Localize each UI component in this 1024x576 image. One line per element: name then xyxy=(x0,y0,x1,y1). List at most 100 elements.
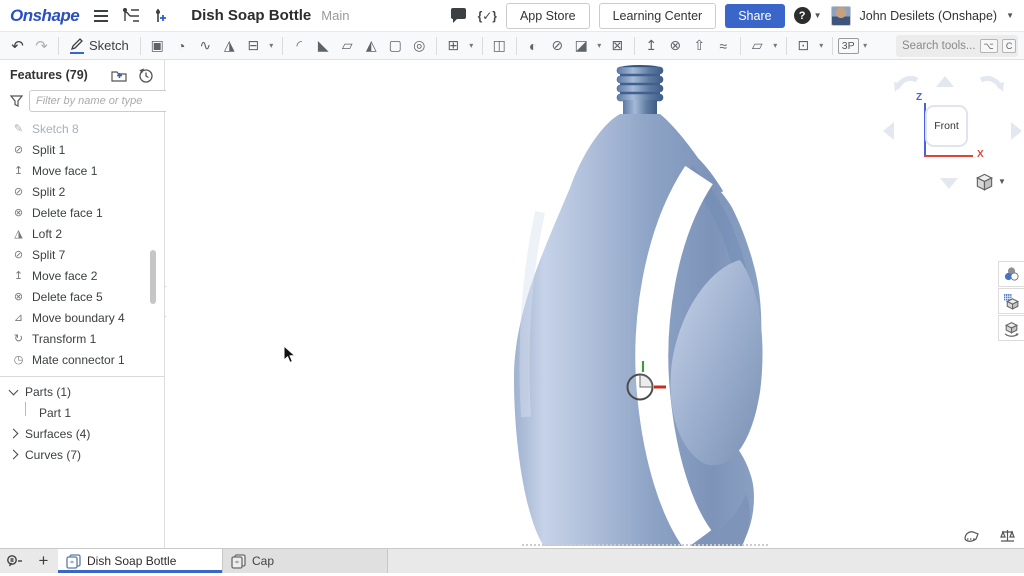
undo-button[interactable]: ↶ xyxy=(6,34,29,58)
feature-item-transform[interactable]: ↻Transform 1 xyxy=(0,328,164,349)
dish-soap-bottle-model[interactable] xyxy=(500,62,780,548)
measure-tools xyxy=(962,528,1016,544)
feature-item-split[interactable]: ⊘Split 1 xyxy=(0,139,164,160)
feature-item-delete-face[interactable]: ⊗Delete face 1 xyxy=(0,202,164,223)
chamfer-icon[interactable]: ◣ xyxy=(312,34,335,58)
hole-icon[interactable]: ◎ xyxy=(408,34,431,58)
feature-item-split[interactable]: ⊘Split 2 xyxy=(0,181,164,202)
pencil-icon xyxy=(70,38,84,54)
help-icon[interactable]: ? xyxy=(794,7,811,24)
tabs-bar: + Dish Soap Bottle Cap xyxy=(0,548,1024,573)
split-icon[interactable]: ⊘ xyxy=(546,34,569,58)
rotate-up-arrow[interactable] xyxy=(936,76,954,87)
learning-center-button[interactable]: Learning Center xyxy=(599,3,717,29)
offset-surface-icon[interactable]: ≈ xyxy=(712,34,735,58)
rollback-history-icon[interactable] xyxy=(136,67,154,83)
sketch-button[interactable]: Sketch xyxy=(64,34,135,58)
display-states-button[interactable] xyxy=(998,288,1024,314)
search-tools-input[interactable]: Search tools... ⌥ C xyxy=(896,35,1018,57)
feature-item-move-face[interactable]: ↥Move face 2 xyxy=(0,265,164,286)
modify-fillet-icon[interactable]: ◪ xyxy=(570,34,593,58)
rib-icon[interactable]: ◭ xyxy=(360,34,383,58)
shortcut-c-key: C xyxy=(1002,39,1017,53)
avatar[interactable] xyxy=(831,6,851,26)
feature-item-loft[interactable]: ◮Loft 2 xyxy=(0,223,164,244)
feature-list-scrollbar[interactable] xyxy=(150,250,156,304)
x-axis-label: X xyxy=(977,149,984,160)
parts-tree: Parts (1) Part 1 Surfaces (4) Curves (7) xyxy=(0,376,164,465)
plane-icon[interactable]: ▱ xyxy=(746,34,769,58)
sweep-icon[interactable]: ∿ xyxy=(194,34,217,58)
appearance-button[interactable] xyxy=(998,261,1024,287)
parts-group[interactable]: Parts (1) xyxy=(0,381,164,402)
feature-scripts-icon[interactable]: {✓} xyxy=(478,9,497,23)
boolean-icon[interactable]: ◐ xyxy=(522,34,545,58)
measure-caliper-icon[interactable] xyxy=(962,528,980,544)
chevron-down-icon[interactable]: ▾ xyxy=(770,34,781,58)
tab-dish-soap-bottle[interactable]: Dish Soap Bottle xyxy=(58,549,223,573)
mass-properties-scale-icon[interactable] xyxy=(998,528,1016,544)
mirror-icon[interactable]: ◫ xyxy=(488,34,511,58)
loft-icon[interactable]: ◮ xyxy=(218,34,241,58)
draft-icon[interactable]: ▱ xyxy=(336,34,359,58)
onshape-logo[interactable]: Onshape xyxy=(10,6,79,26)
redo-button[interactable]: ↷ xyxy=(30,34,53,58)
feature-item-split[interactable]: ⊘Split 7 xyxy=(0,244,164,265)
named-views-button[interactable] xyxy=(998,315,1024,341)
rotate-down-arrow[interactable] xyxy=(940,178,958,189)
view-tools-stack xyxy=(998,261,1024,342)
help-menu[interactable]: ? ▼ xyxy=(794,7,822,24)
extrude-icon[interactable]: ▣ xyxy=(146,34,169,58)
revolve-icon[interactable]: ◔ xyxy=(170,34,193,58)
versions-icon[interactable] xyxy=(121,6,141,26)
chevron-right-icon xyxy=(8,450,18,460)
delete-part-icon[interactable]: ⊠ xyxy=(606,34,629,58)
rotate-right-arrow[interactable] xyxy=(1011,122,1022,140)
shell-icon[interactable]: ▢ xyxy=(384,34,407,58)
feature-item-sketch[interactable]: ✎Sketch 8 xyxy=(0,118,164,139)
custom-feature-icon[interactable]: ⊡ xyxy=(792,34,815,58)
feature-item-move-face[interactable]: ↥Move face 1 xyxy=(0,160,164,181)
curves-group[interactable]: Curves (7) xyxy=(0,444,164,465)
new-folder-icon[interactable] xyxy=(110,67,128,83)
view-cube: Front Z X ▼ xyxy=(883,72,1023,194)
rotate-cw-arrow-icon[interactable] xyxy=(979,76,1005,98)
thicken-icon[interactable]: ⊟ xyxy=(242,34,265,58)
feature-item-delete-face[interactable]: ⊗Delete face 5 xyxy=(0,286,164,307)
chevron-down-icon[interactable]: ▾ xyxy=(594,34,605,58)
tab-cap[interactable]: Cap xyxy=(223,549,388,573)
transform-icon[interactable]: ⇧ xyxy=(688,34,711,58)
feature-item-move-boundary[interactable]: ⊿Move boundary 4 xyxy=(0,307,164,328)
user-menu-label[interactable]: John Desilets (Onshape) xyxy=(860,9,998,23)
chevron-down-icon[interactable]: ▾ xyxy=(466,34,477,58)
chevron-right-icon xyxy=(8,429,18,439)
ground-dotted-line xyxy=(522,544,768,546)
filter-icon[interactable] xyxy=(10,93,23,109)
chevron-down-icon[interactable]: ▾ xyxy=(860,34,871,58)
fillet-icon[interactable]: ◜ xyxy=(288,34,311,58)
share-button[interactable]: Share xyxy=(725,4,784,28)
new-tab-button[interactable]: + xyxy=(29,549,58,573)
part-item[interactable]: Part 1 xyxy=(0,402,164,423)
surfaces-group[interactable]: Surfaces (4) xyxy=(0,423,164,444)
main-menu-icon[interactable] xyxy=(91,6,111,26)
move-face-icon[interactable]: ↥ xyxy=(640,34,663,58)
feature-item-mate-connector[interactable]: ◷Mate connector 1 xyxy=(0,349,164,370)
view-cube-front-face[interactable]: Front xyxy=(925,105,968,147)
tab-manager-icon[interactable] xyxy=(0,549,29,573)
view-options-cube[interactable]: ▼ xyxy=(975,172,1006,191)
chevron-down-icon[interactable]: ▼ xyxy=(1006,11,1014,20)
custom-tools-badge[interactable]: 3P xyxy=(838,38,859,54)
feature-filter-input[interactable] xyxy=(29,90,186,112)
comments-icon[interactable] xyxy=(449,6,469,26)
rotate-left-arrow[interactable] xyxy=(883,122,894,140)
chevron-down-icon[interactable]: ▾ xyxy=(816,34,827,58)
delete-face-icon[interactable]: ⊗ xyxy=(664,34,687,58)
model-viewport[interactable]: Front Z X ▼ xyxy=(166,60,1024,548)
document-title: Dish Soap Bottle xyxy=(191,7,311,24)
app-store-button[interactable]: App Store xyxy=(506,3,590,29)
linear-pattern-icon[interactable]: ⊞ xyxy=(442,34,465,58)
create-version-icon[interactable] xyxy=(151,6,171,26)
workspace-name[interactable]: Main xyxy=(321,8,349,23)
chevron-down-icon[interactable]: ▾ xyxy=(266,34,277,58)
